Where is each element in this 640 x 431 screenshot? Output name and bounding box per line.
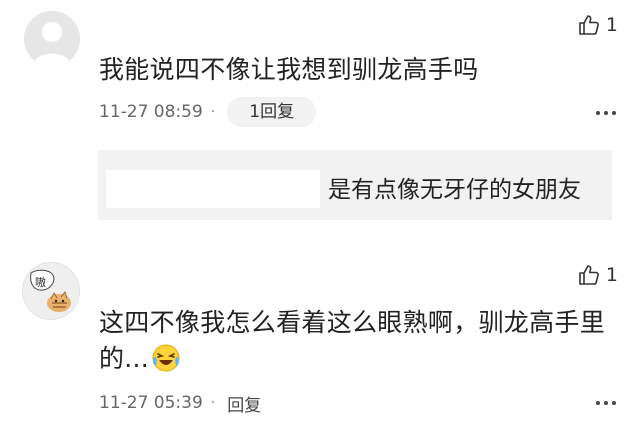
reply-count-button[interactable]: 1回复: [227, 97, 317, 127]
comment-meta: 11-27 08:59 · 1回复: [99, 97, 317, 127]
sub-reply[interactable]: 是有点像无牙仔的女朋友: [98, 150, 612, 220]
like-button[interactable]: 1: [577, 12, 618, 38]
laughing-crying-emoji: [152, 344, 180, 372]
more-options-button[interactable]: [596, 400, 616, 406]
comment-text: 我能说四不像让我想到驯龙高手吗: [99, 55, 479, 84]
timestamp: 11-27 05:39: [99, 393, 203, 413]
cat-drawing-icon: 嗷: [23, 263, 79, 319]
comment-text: 这四不像我怎么看着这么眼熟啊，驯龙高手里的...: [99, 305, 619, 377]
more-dot: [604, 111, 608, 115]
default-user-icon: [24, 11, 80, 67]
reply-button[interactable]: 回复: [227, 391, 261, 416]
like-count: 1: [605, 13, 618, 36]
more-options-button[interactable]: [596, 110, 616, 116]
comment-item: 1 我能说四不像让我想到驯龙高手吗 11-27 08:59 · 1回复 是有点像…: [0, 0, 640, 240]
more-dot: [596, 401, 600, 405]
comment-meta: 11-27 05:39 · 回复: [99, 388, 261, 418]
more-dot: [612, 111, 616, 115]
more-dot: [612, 401, 616, 405]
meta-separator: ·: [210, 395, 216, 411]
timestamp: 11-27 08:59: [99, 102, 203, 122]
like-count: 1: [605, 263, 618, 286]
avatar[interactable]: 嗷: [22, 262, 80, 320]
more-dot: [596, 111, 600, 115]
like-button[interactable]: 1: [577, 262, 618, 288]
avatar[interactable]: [24, 11, 80, 67]
thumbs-up-icon: [579, 15, 599, 35]
meta-separator: ·: [210, 104, 216, 120]
sub-reply-text: 是有点像无牙仔的女朋友: [328, 177, 581, 203]
more-dot: [604, 401, 608, 405]
thumbs-up-icon: [579, 265, 599, 285]
redacted-username: [106, 170, 320, 208]
avatar-text: 嗷: [35, 276, 46, 289]
